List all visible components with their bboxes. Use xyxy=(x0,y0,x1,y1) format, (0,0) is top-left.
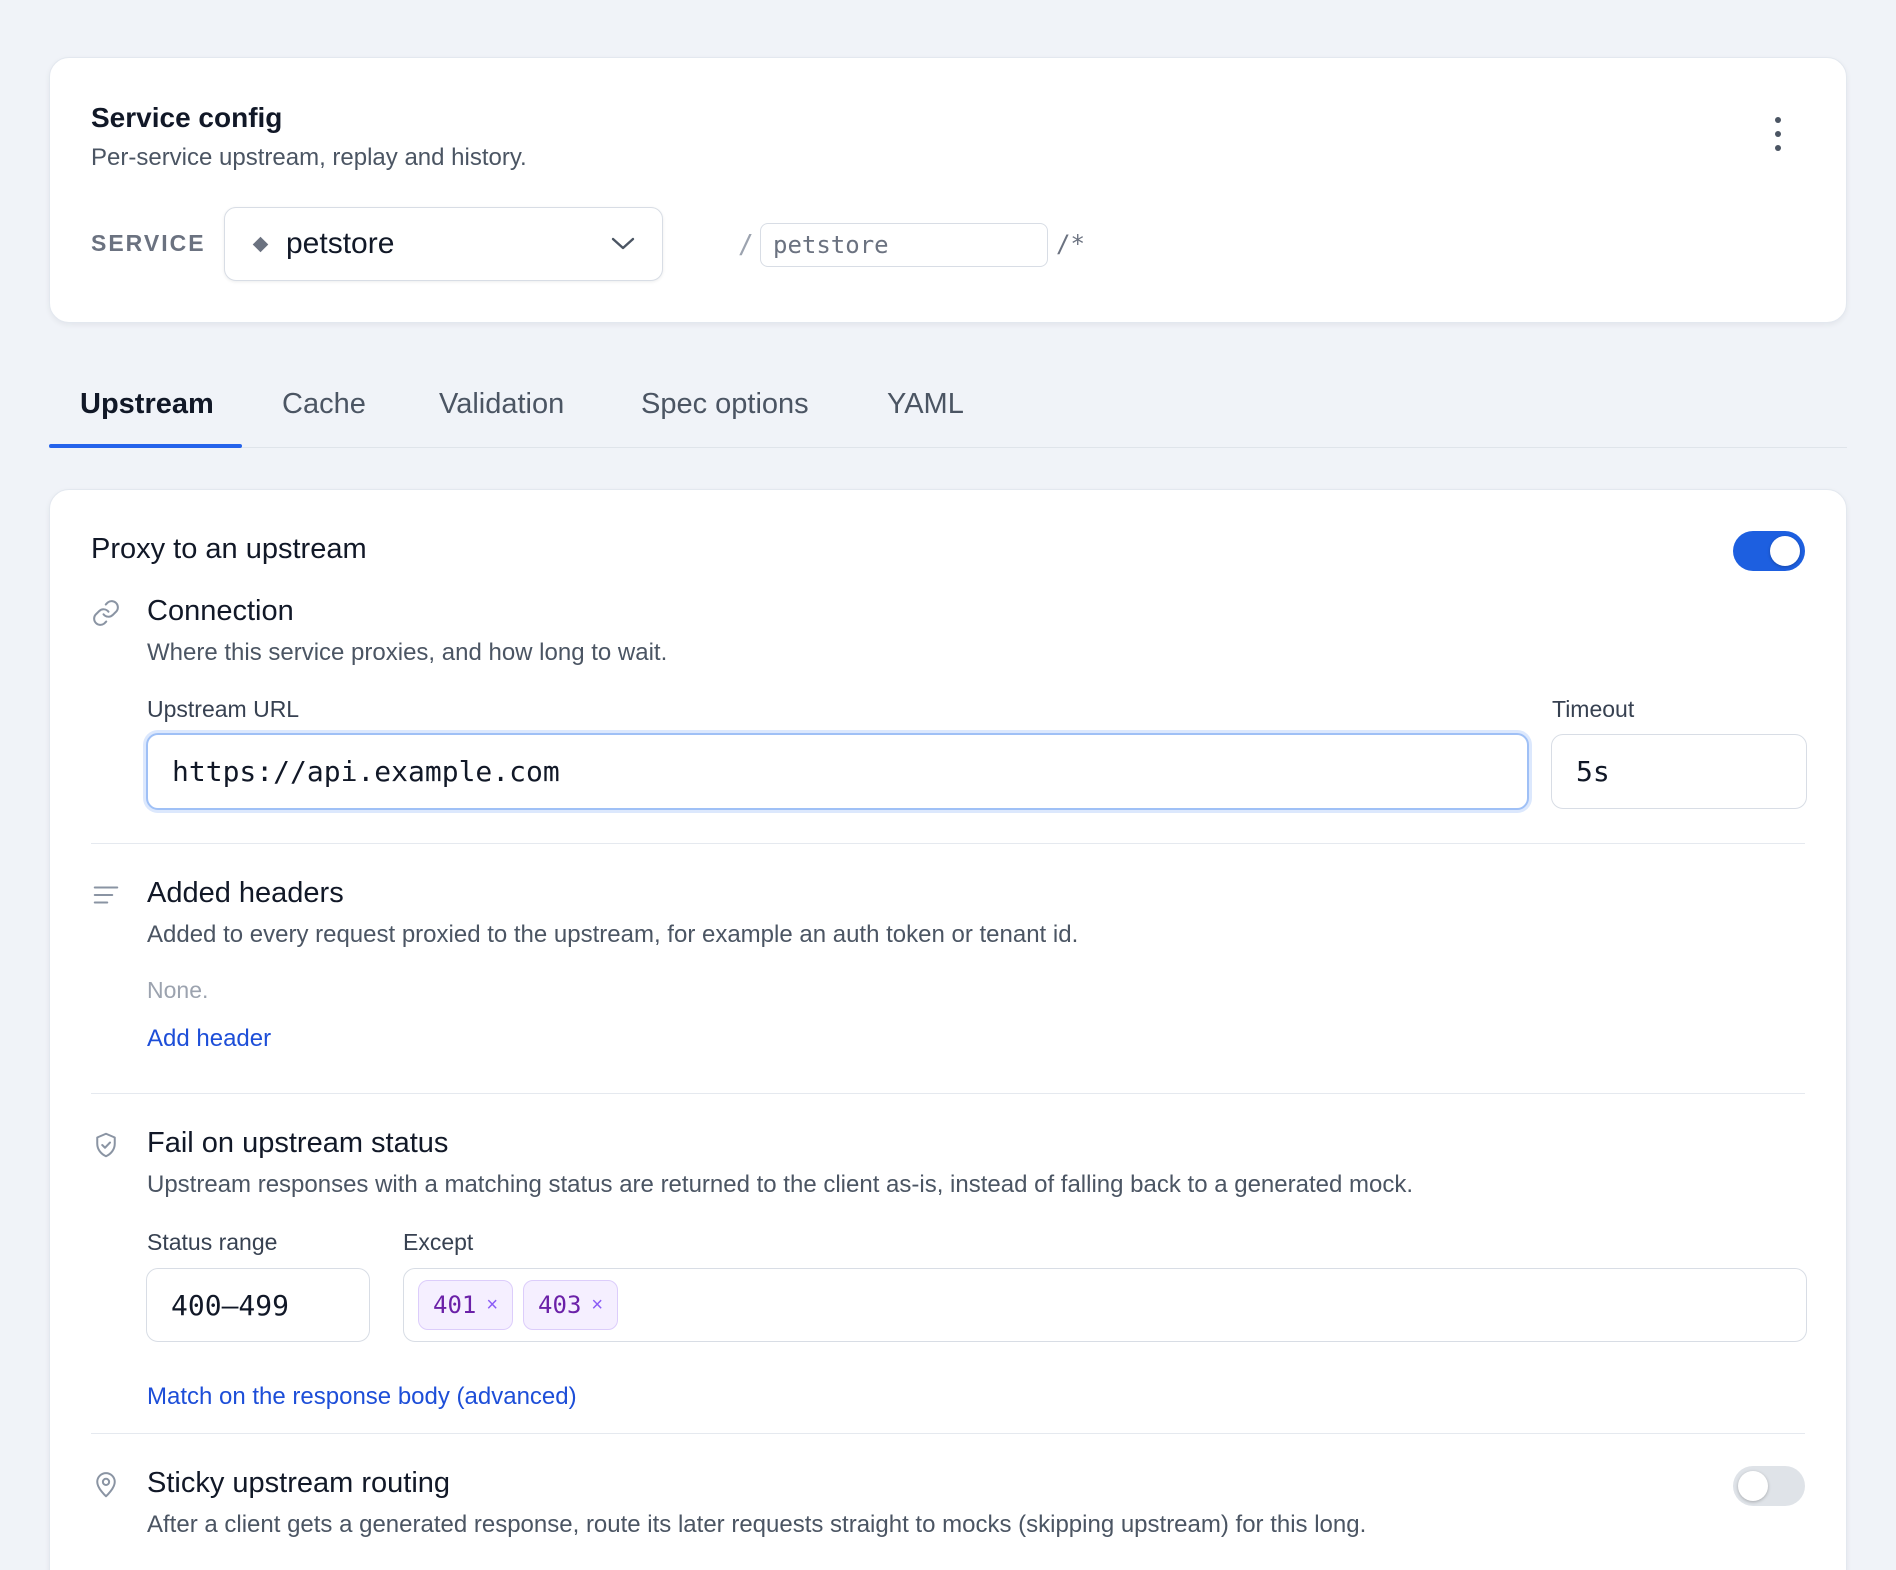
add-header-link[interactable]: Add header xyxy=(147,1025,271,1053)
tab-spec-options[interactable]: Spec options xyxy=(641,388,809,421)
headers-empty-text: None. xyxy=(147,977,209,1003)
path-prefix: / xyxy=(738,230,754,260)
location-pin-icon xyxy=(96,1472,116,1498)
upstream-url-label: Upstream URL xyxy=(147,696,300,722)
fail-status-title: Fail on upstream status xyxy=(147,1127,449,1159)
remove-chip-icon[interactable]: × xyxy=(591,1295,603,1315)
status-range-input[interactable] xyxy=(146,1268,370,1342)
timeout-input[interactable] xyxy=(1551,734,1807,809)
remove-chip-icon[interactable]: × xyxy=(486,1295,498,1315)
tab-upstream[interactable]: Upstream xyxy=(80,388,214,421)
page-title: Service config xyxy=(91,102,283,133)
service-select-value: petstore xyxy=(286,227,395,260)
sticky-toggle[interactable] xyxy=(1733,1466,1805,1506)
chevron-down-icon xyxy=(611,237,635,250)
fail-status-description: Upstream responses with a matching statu… xyxy=(147,1171,1413,1198)
tab-cache[interactable]: Cache xyxy=(282,388,366,421)
status-chip: 403 × xyxy=(523,1280,619,1330)
advanced-match-link[interactable]: Match on the response body (advanced) xyxy=(147,1383,577,1411)
more-options-icon[interactable] xyxy=(1770,114,1786,154)
chip-value: 403 xyxy=(538,1291,582,1319)
upstream-panel: Proxy to an upstream Connection Where th… xyxy=(49,489,1847,1570)
status-chip: 401 × xyxy=(418,1280,514,1330)
active-tab-indicator xyxy=(49,444,242,448)
tab-bar: Upstream Cache Validation Spec options Y… xyxy=(49,370,1847,448)
except-label: Except xyxy=(403,1229,474,1255)
sticky-description: After a client gets a generated response… xyxy=(147,1511,1367,1538)
proxy-title: Proxy to an upstream xyxy=(91,533,367,565)
timeout-label: Timeout xyxy=(1552,696,1635,722)
except-tags-input[interactable]: 401 × 403 × xyxy=(403,1268,1807,1342)
proxy-toggle[interactable] xyxy=(1733,531,1805,571)
section-divider xyxy=(91,1433,1805,1434)
service-config-card: Service config Per-service upstream, rep… xyxy=(49,57,1847,323)
upstream-url-input[interactable] xyxy=(146,733,1529,810)
lines-icon xyxy=(93,886,119,904)
path-input[interactable] xyxy=(760,223,1048,267)
section-divider xyxy=(91,843,1805,844)
headers-title: Added headers xyxy=(147,877,344,909)
tab-validation[interactable]: Validation xyxy=(439,388,564,421)
link-icon xyxy=(93,600,119,626)
connection-title: Connection xyxy=(147,595,294,627)
status-range-label: Status range xyxy=(147,1229,278,1255)
connection-description: Where this service proxies, and how long… xyxy=(147,639,668,666)
sticky-title: Sticky upstream routing xyxy=(147,1467,451,1499)
section-divider xyxy=(91,1093,1805,1094)
chip-value: 401 xyxy=(433,1291,477,1319)
page-subtitle: Per-service upstream, replay and history… xyxy=(91,144,527,171)
diamond-icon xyxy=(252,236,269,253)
tab-yaml[interactable]: YAML xyxy=(887,388,964,421)
headers-description: Added to every request proxied to the up… xyxy=(147,921,1079,948)
shield-check-icon xyxy=(96,1132,116,1158)
path-suffix: /* xyxy=(1056,230,1085,258)
service-label: SERVICE xyxy=(91,230,206,256)
service-select[interactable]: petstore xyxy=(224,207,663,281)
